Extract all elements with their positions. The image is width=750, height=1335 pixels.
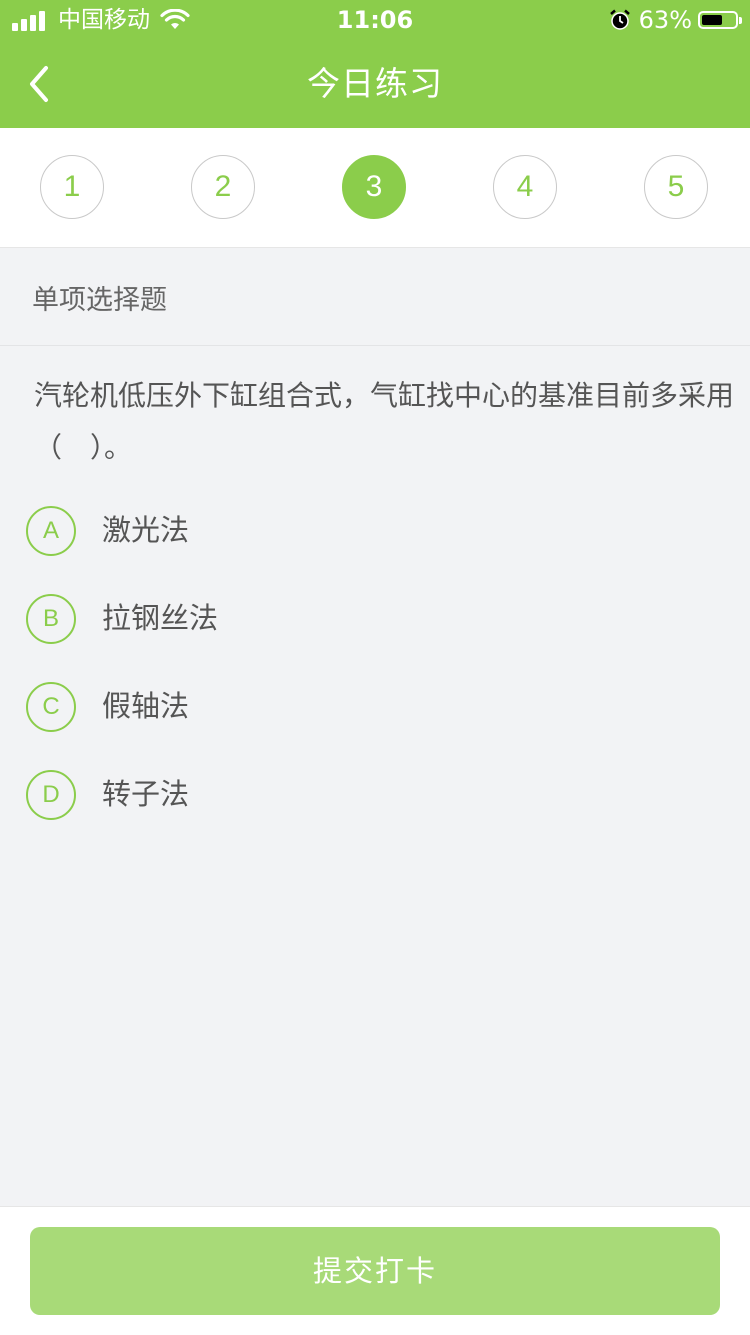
app-header: 中国移动 11:06 63% 今日练习 (0, 0, 750, 128)
question-nav: 1 2 3 4 5 (0, 128, 750, 248)
alarm-icon (609, 9, 630, 30)
battery-icon (698, 11, 742, 29)
question-nav-item-3[interactable]: 3 (342, 155, 406, 219)
option-key-circle: A (26, 506, 76, 556)
status-bar: 中国移动 11:06 63% (0, 0, 750, 40)
option-a[interactable]: A 激光法 (26, 506, 726, 556)
submit-checkin-button[interactable]: 提交打卡 (30, 1227, 720, 1315)
battery-fill (702, 15, 722, 25)
page-title: 今日练习 (307, 64, 443, 103)
option-key-circle: B (26, 594, 76, 644)
footer-bar: 提交打卡 (0, 1206, 750, 1335)
question-nav-item-4[interactable]: 4 (493, 155, 557, 219)
option-text: 激光法 (102, 513, 190, 547)
option-text: 拉钢丝法 (102, 601, 219, 635)
option-d[interactable]: D 转子法 (26, 770, 726, 820)
question-nav-item-2[interactable]: 2 (191, 155, 255, 219)
option-b[interactable]: B 拉钢丝法 (26, 594, 726, 644)
question-type-label: 单项选择题 (32, 285, 167, 316)
option-key-circle: D (26, 770, 76, 820)
question-nav-item-5[interactable]: 5 (644, 155, 708, 219)
question-text: 汽轮机低压外下缸组合式，气缸找中心的基准目前多采用（ ）。 (34, 379, 735, 464)
option-text: 转子法 (102, 777, 190, 811)
option-c[interactable]: C 假轴法 (26, 682, 726, 732)
battery-percent: 63% (638, 6, 692, 34)
question-nav-item-1[interactable]: 1 (40, 155, 104, 219)
question-type-bar: 单项选择题 (0, 248, 750, 346)
option-key-circle: C (26, 682, 76, 732)
status-right: 63% (609, 0, 742, 40)
option-text: 假轴法 (102, 689, 190, 723)
